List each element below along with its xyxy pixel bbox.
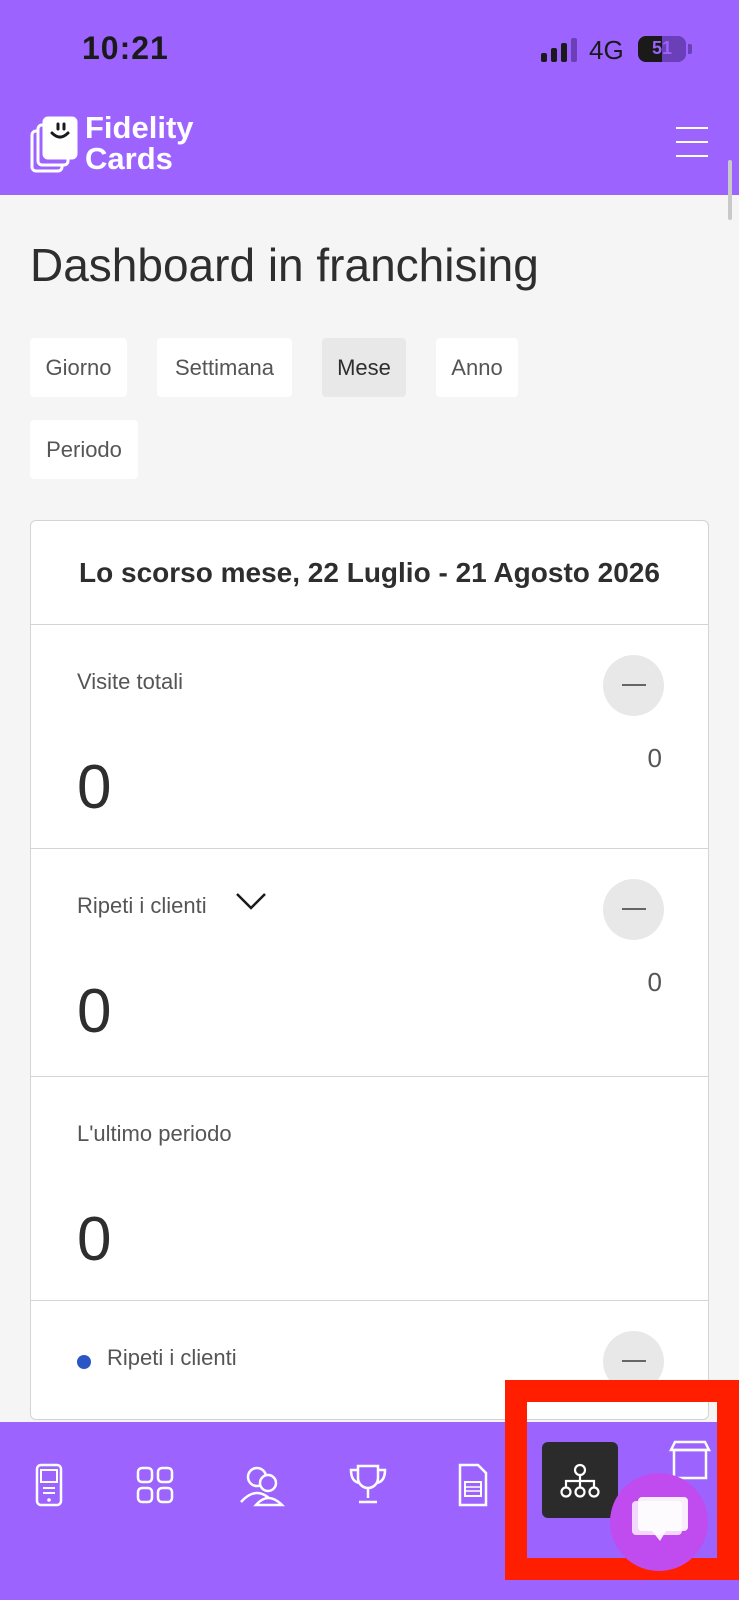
filter-week-button[interactable]: Settimana [157,338,292,397]
network-type: 4G [589,35,624,65]
stat-value: 0 [77,977,112,1046]
trend-neutral-icon [603,655,664,716]
chevron-down-icon[interactable] [234,889,268,913]
chat-bubble-icon [632,1497,688,1541]
stat-row-last-period: L'ultimo periodo 0 [31,1077,708,1301]
hamburger-menu-icon[interactable] [676,127,708,157]
trend-neutral-icon [603,879,664,940]
stats-card: Lo scorso mese, 22 Luglio - 21 Agosto 20… [30,520,709,1420]
stat-value: 0 [77,753,112,822]
filter-month-button[interactable]: Mese [322,338,406,397]
logo-wordmark[interactable]: Fidelity Cards [85,112,194,174]
stat-value: 0 [77,1205,112,1274]
stat-secondary-value: 0 [647,967,662,997]
trophy-icon[interactable] [343,1460,393,1510]
document-icon[interactable] [448,1460,498,1510]
users-icon[interactable] [236,1460,286,1510]
filter-period-button[interactable]: Periodo [30,420,138,479]
scrollbar[interactable] [728,160,732,220]
logo-line-2: Cards [85,141,173,176]
logo-line-1: Fidelity [85,110,194,145]
app-header: 10:21 4G 51 Fidelity Cards [0,0,739,195]
grid-icon[interactable] [130,1460,180,1510]
stat-row-total-visits: Visite totali 0 0 [31,625,708,849]
battery-icon: 51 [638,36,686,62]
stat-row-repeat-customers: Ripeti i clienti 0 0 [31,849,708,1077]
stat-label: L'ultimo periodo [77,1121,232,1146]
battery-level: 51 [651,38,673,58]
status-time: 10:21 [82,30,169,66]
stats-period-heading: Lo scorso mese, 22 Luglio - 21 Agosto 20… [31,521,708,625]
stat-label: Ripeti i clienti [107,1345,237,1370]
stat-label: Ripeti i clienti [77,893,207,918]
filter-day-button[interactable]: Giorno [30,338,127,397]
cellular-signal-icon [541,38,581,62]
series-dot-icon [77,1355,91,1369]
phone-card-icon[interactable] [24,1460,74,1510]
stat-secondary-value: 0 [647,743,662,773]
fidelity-cards-logo-icon [30,116,78,173]
battery-tip [688,44,692,54]
stat-label: Visite totali [77,669,183,694]
chat-button[interactable] [610,1473,708,1571]
filter-year-button[interactable]: Anno [436,338,518,397]
page-title: Dashboard in franchising [30,239,539,291]
